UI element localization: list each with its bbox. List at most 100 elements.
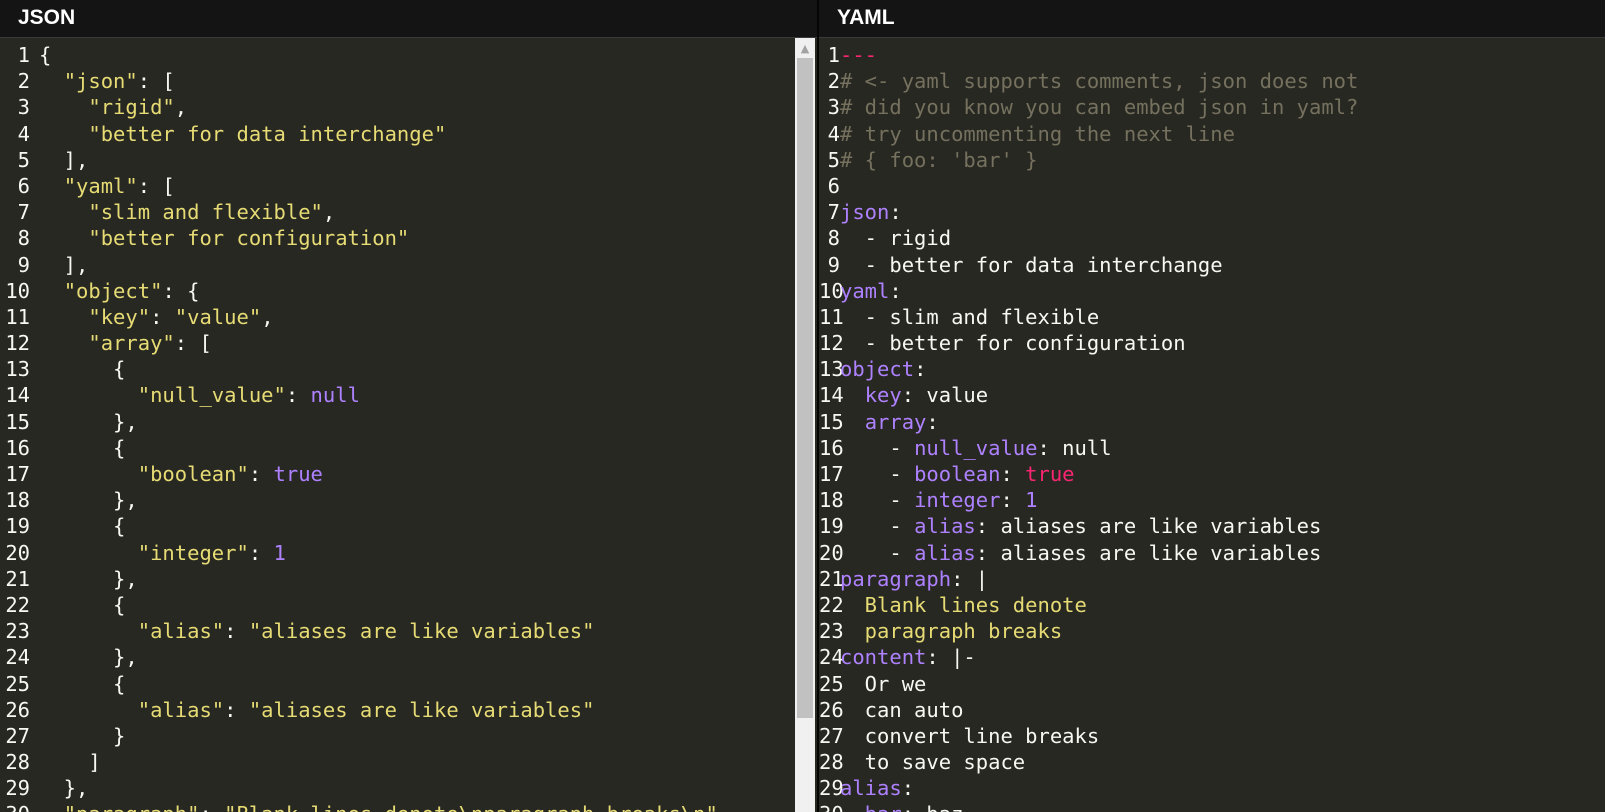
yaml-code-line[interactable]: 4# try uncommenting the next line — [819, 121, 1605, 147]
json-code-line[interactable]: 26 "alias": "aliases are like variables" — [0, 697, 817, 723]
yaml-code-line[interactable]: 18 - integer: 1 — [819, 487, 1605, 513]
json-code-token: }, — [39, 566, 138, 591]
json-code-token: : — [150, 304, 175, 329]
yaml-code-line[interactable]: 10yaml: — [819, 278, 1605, 304]
json-code-line[interactable]: 18 }, — [0, 487, 817, 513]
json-code-lines[interactable]: 1{2 "json": [3 "rigid", 4 "better for dat… — [0, 42, 817, 812]
yaml-code-line[interactable]: 21paragraph: | — [819, 566, 1605, 592]
json-code-line[interactable]: 9 ], — [0, 252, 817, 278]
json-code-line[interactable]: 20 "integer": 1 — [0, 540, 817, 566]
yaml-code-line[interactable]: 26 can auto — [819, 697, 1605, 723]
yaml-code-token: true — [1025, 462, 1075, 486]
json-code-line[interactable]: 5 ], — [0, 147, 817, 173]
json-code-token: { — [39, 43, 52, 67]
yaml-code-line[interactable]: 12 - better for configuration — [819, 330, 1605, 356]
json-line-number: 30 — [0, 801, 39, 812]
yaml-code-line[interactable]: 15 array: — [819, 409, 1605, 435]
json-line-number: 26 — [5, 697, 30, 722]
yaml-line-number: 1 — [827, 43, 840, 67]
json-code-token — [39, 279, 64, 303]
json-code-line[interactable]: 23 "alias": "aliases are like variables" — [0, 618, 817, 644]
json-code-line[interactable]: 24 }, — [0, 644, 817, 670]
json-code-token: }, — [39, 776, 89, 801]
json-code-line[interactable]: 8 "better for configuration" — [0, 225, 817, 251]
json-editor[interactable]: 1{2 "json": [3 "rigid", 4 "better for dat… — [0, 38, 817, 812]
yaml-code-line[interactable]: 6 — [819, 173, 1605, 199]
json-code-line[interactable]: 16 { — [0, 435, 817, 461]
json-code-line[interactable]: 12 "array": [ — [0, 330, 817, 356]
json-code-line[interactable]: 1{ — [0, 42, 817, 68]
json-code-token: }, — [39, 645, 138, 670]
json-editor-scrollbar[interactable]: ▲ — [795, 38, 815, 812]
json-line-number: 14 — [5, 383, 30, 408]
json-code-line[interactable]: 30 "paragraph": "Blank lines denote\npar… — [0, 801, 817, 812]
json-code-token: , — [174, 95, 188, 120]
yaml-code-line[interactable]: 24content: |- — [819, 644, 1605, 670]
yaml-code-token: - better for configuration — [840, 331, 1186, 356]
yaml-code-line[interactable]: 11 - slim and flexible — [819, 304, 1605, 330]
json-code-token: null — [310, 383, 360, 408]
yaml-line-number: 28 — [819, 750, 844, 775]
yaml-line-number: 19 — [819, 514, 844, 539]
yaml-code-line[interactable]: 29alias: — [819, 775, 1605, 801]
yaml-code-token: array — [864, 409, 927, 434]
yaml-code-token: convert line breaks — [840, 723, 1100, 748]
json-code-line[interactable]: 15 }, — [0, 409, 817, 435]
yaml-code-line[interactable]: 22 Blank lines denote — [819, 592, 1605, 618]
json-code-line[interactable]: 3 "rigid", — [0, 94, 817, 120]
scrollbar-thumb[interactable] — [797, 58, 813, 718]
yaml-code-line[interactable]: 9 - better for data interchange — [819, 252, 1605, 278]
json-code-line[interactable]: 10 "object": { — [0, 278, 817, 304]
yaml-code-line[interactable]: 7json: — [819, 199, 1605, 225]
yaml-code-token: : — [1000, 488, 1026, 513]
json-code-token: "Blank lines denote\nparagraph breaks\n" — [224, 802, 718, 812]
json-code-line[interactable]: 14 "null_value": null — [0, 382, 817, 408]
yaml-code-token: paragraph breaks — [840, 619, 1063, 644]
yaml-code-line[interactable]: 16 - null_value: null — [819, 435, 1605, 461]
json-code-token: "json" — [63, 69, 138, 94]
yaml-line-number: 5 — [827, 147, 840, 172]
yaml-code-line[interactable]: 30 bar: baz — [819, 801, 1605, 812]
yaml-code-token: - slim and flexible — [840, 304, 1100, 329]
json-code-line[interactable]: 25 { — [0, 671, 817, 697]
yaml-code-line[interactable]: 27 convert line breaks — [819, 723, 1605, 749]
yaml-code-line[interactable]: 8 - rigid — [819, 225, 1605, 251]
yaml-code-line[interactable]: 20 - alias: aliases are like variables — [819, 540, 1605, 566]
scroll-up-arrow-icon[interactable]: ▲ — [795, 38, 815, 58]
yaml-code-line[interactable]: 5# { foo: 'bar' } — [819, 147, 1605, 173]
json-code-line[interactable]: 27 } — [0, 723, 817, 749]
json-code-line[interactable]: 11 "key": "value", — [0, 304, 817, 330]
json-code-line[interactable]: 29 }, — [0, 775, 817, 801]
json-code-line[interactable]: 22 { — [0, 592, 817, 618]
yaml-code-line[interactable]: 1--- — [819, 42, 1605, 68]
yaml-line-number: 7 — [827, 200, 840, 225]
json-code-token — [39, 331, 88, 355]
yaml-code-line[interactable]: 25 Or we — [819, 671, 1605, 697]
yaml-code-line[interactable]: 3# did you know you can embed json in ya… — [819, 94, 1605, 120]
json-code-line[interactable]: 13 { — [0, 356, 817, 382]
yaml-code-line[interactable]: 2# <- yaml supports comments, json does … — [819, 68, 1605, 94]
json-line-number: 25 — [5, 671, 30, 696]
yaml-code-lines[interactable]: 1--- 2# <- yaml supports comments, json d… — [819, 42, 1605, 812]
yaml-code-line[interactable]: 17 - boolean: true — [819, 461, 1605, 487]
yaml-code-line[interactable]: 19 - alias: aliases are like variables — [819, 513, 1605, 539]
json-code-line[interactable]: 2 "json": [ — [0, 68, 817, 94]
yaml-pane-title: YAML — [837, 6, 895, 29]
json-code-line[interactable]: 17 "boolean": true — [0, 461, 817, 487]
yaml-code-line[interactable]: 23 paragraph breaks — [819, 618, 1605, 644]
yaml-code-line[interactable]: 13object: — [819, 356, 1605, 382]
json-code-line[interactable]: 19 { — [0, 513, 817, 539]
json-code-line[interactable]: 7 "slim and flexible", — [0, 199, 817, 225]
json-line-number: 3 — [17, 95, 30, 120]
yaml-editor[interactable]: 1--- 2# <- yaml supports comments, json d… — [819, 38, 1605, 812]
json-code-token: ] — [39, 750, 101, 775]
yaml-code-line[interactable]: 14 key: value — [819, 382, 1605, 408]
yaml-line-number: 27 — [819, 723, 844, 748]
yaml-code-line[interactable]: 28 to save space — [819, 749, 1605, 775]
yaml-code-token: # try uncommenting the next line — [840, 121, 1235, 146]
json-code-line[interactable]: 21 }, — [0, 566, 817, 592]
json-code-line[interactable]: 4 "better for data interchange" — [0, 121, 817, 147]
yaml-code-token: : — [914, 357, 927, 382]
json-code-line[interactable]: 6 "yaml": [ — [0, 173, 817, 199]
json-code-line[interactable]: 28 ] — [0, 749, 817, 775]
